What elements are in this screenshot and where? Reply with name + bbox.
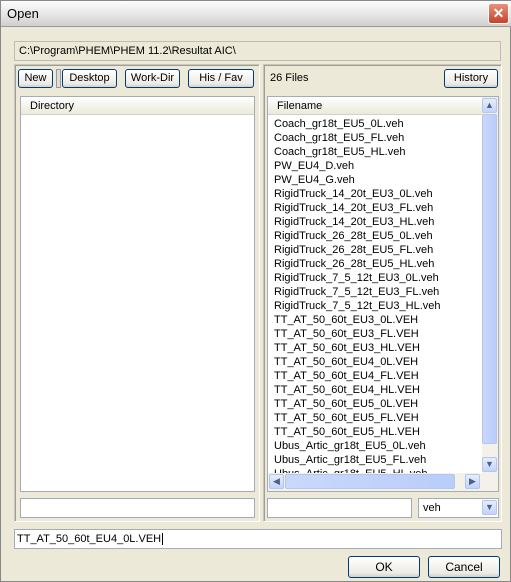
history-favorites-button[interactable]: His / Fav <box>188 69 254 88</box>
file-row[interactable]: TT_AT_50_60t_EU3_0L.VEH <box>268 313 482 327</box>
filename-input[interactable]: TT_AT_50_60t_EU4_0L.VEH <box>14 529 502 549</box>
vertical-scroll-thumb[interactable] <box>482 114 497 444</box>
ok-button[interactable]: OK <box>348 556 420 578</box>
directory-column-header[interactable]: Directory <box>21 97 254 115</box>
file-row[interactable]: Coach_gr18t_EU5_0L.veh <box>268 117 482 131</box>
file-row[interactable]: TT_AT_50_60t_EU3_FL.VEH <box>268 327 482 341</box>
scroll-right-icon[interactable]: ▶ <box>465 474 480 489</box>
horizontal-scrollbar[interactable]: ◀ ▶ <box>268 473 498 491</box>
chevron-down-icon[interactable]: ▼ <box>482 500 497 515</box>
horizontal-scroll-thumb[interactable] <box>285 474 455 489</box>
work-dir-button[interactable]: Work-Dir <box>125 69 180 88</box>
file-row[interactable]: RigidTruck_7_5_12t_EU3_0L.veh <box>268 271 482 285</box>
file-row[interactable]: Coach_gr18t_EU5_FL.veh <box>268 131 482 145</box>
filename-value: TT_AT_50_60t_EU4_0L.VEH <box>17 533 164 545</box>
file-row[interactable]: Ubus_Artic_gr18t_EU5_0L.veh <box>268 439 482 453</box>
filename-column-header[interactable]: Filename <box>268 97 482 115</box>
file-row[interactable]: TT_AT_50_60t_EU5_0L.VEH <box>268 397 482 411</box>
extension-select[interactable]: veh ▼ <box>418 498 499 518</box>
directory-input[interactable] <box>20 498 255 518</box>
directory-list[interactable]: Directory <box>20 96 255 492</box>
scroll-up-icon[interactable]: ▲ <box>482 98 497 113</box>
file-row[interactable]: RigidTruck_7_5_12t_EU3_FL.veh <box>268 285 482 299</box>
cancel-button[interactable]: Cancel <box>428 556 500 578</box>
history-button[interactable]: History <box>444 69 498 88</box>
file-count: 26 Files <box>270 72 309 84</box>
file-row[interactable]: RigidTruck_14_20t_EU3_FL.veh <box>268 201 482 215</box>
file-row[interactable]: Ubus_Artic_gr18t_EU5_FL.veh <box>268 453 482 467</box>
window-title: Open <box>7 6 39 21</box>
file-row[interactable]: TT_AT_50_60t_EU4_0L.VEH <box>268 355 482 369</box>
file-row[interactable]: PW_EU4_G.veh <box>268 173 482 187</box>
file-row[interactable]: RigidTruck_26_28t_EU5_FL.veh <box>268 243 482 257</box>
path-display: C:\Program\PHEM\PHEM 11.2\Resultat AIC\ <box>14 41 501 61</box>
new-button[interactable]: New <box>18 69 53 88</box>
close-icon[interactable]: ✕ <box>488 3 509 24</box>
file-row[interactable]: TT_AT_50_60t_EU5_HL.VEH <box>268 425 482 439</box>
file-row[interactable]: RigidTruck_26_28t_EU5_0L.veh <box>268 229 482 243</box>
file-row[interactable]: TT_AT_50_60t_EU4_FL.VEH <box>268 369 482 383</box>
file-row[interactable]: PW_EU4_D.veh <box>268 159 482 173</box>
file-row[interactable]: TT_AT_50_60t_EU5_FL.VEH <box>268 411 482 425</box>
scroll-left-icon[interactable]: ◀ <box>269 474 284 489</box>
desktop-button[interactable]: Desktop <box>62 69 117 88</box>
file-row[interactable]: RigidTruck_26_28t_EU5_HL.veh <box>268 257 482 271</box>
open-dialog: Open ✕ C:\Program\PHEM\PHEM 11.2\Resulta… <box>0 0 511 582</box>
file-row[interactable]: RigidTruck_14_20t_EU3_HL.veh <box>268 215 482 229</box>
scroll-down-icon[interactable]: ▼ <box>482 457 497 472</box>
splitter-handle[interactable] <box>56 69 61 88</box>
file-row[interactable]: RigidTruck_7_5_12t_EU3_HL.veh <box>268 299 482 313</box>
file-row[interactable]: TT_AT_50_60t_EU4_HL.VEH <box>268 383 482 397</box>
extension-value: veh <box>423 502 441 514</box>
file-row[interactable]: Coach_gr18t_EU5_HL.veh <box>268 145 482 159</box>
file-row[interactable]: RigidTruck_14_20t_EU3_0L.veh <box>268 187 482 201</box>
file-list[interactable]: Filename Coach_gr18t_EU5_0L.veh Coach_gr1… <box>267 96 499 492</box>
title-bar: Open ✕ <box>1 1 511 27</box>
filter-input[interactable] <box>267 498 412 518</box>
vertical-scrollbar[interactable]: ▲ ▼ <box>482 97 498 473</box>
file-row[interactable]: TT_AT_50_60t_EU3_HL.VEH <box>268 341 482 355</box>
